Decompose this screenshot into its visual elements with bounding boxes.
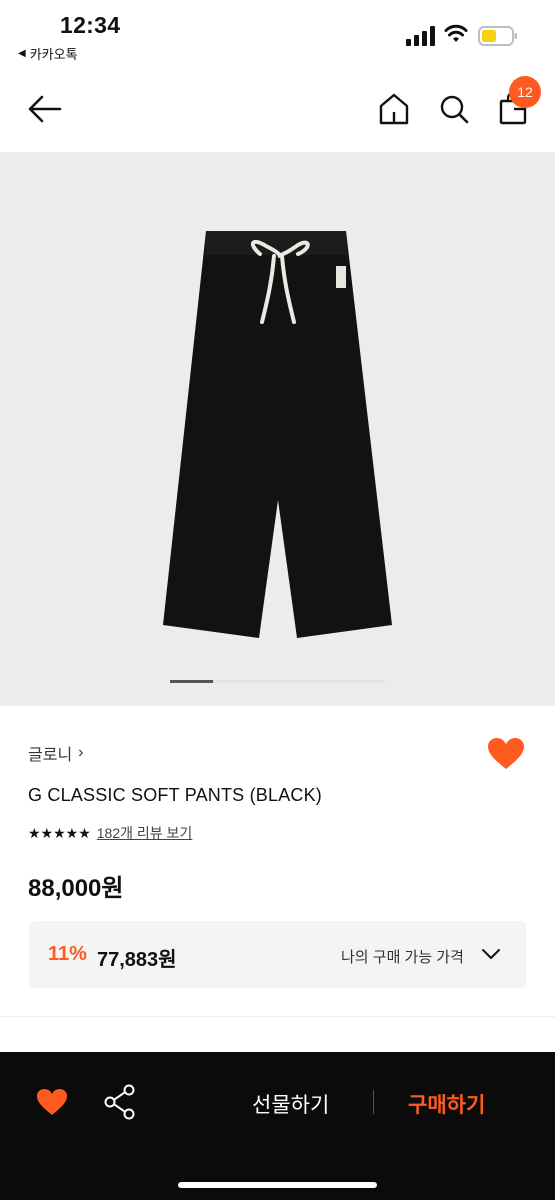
product-image xyxy=(163,231,392,638)
back-arrow-icon[interactable] xyxy=(26,92,64,126)
back-triangle-icon: ◀ xyxy=(18,48,26,59)
product-title: G CLASSIC SOFT PANTS (BLACK) xyxy=(28,785,322,805)
chevron-down-icon xyxy=(482,949,500,959)
discounted-price: 77,883원 xyxy=(97,949,177,971)
button-separator xyxy=(373,1090,374,1114)
buy-button[interactable]: 구매하기 xyxy=(408,1089,485,1119)
cart-count-badge: 12 xyxy=(509,76,541,108)
product-price: 88,000원 xyxy=(28,875,124,902)
brand-link[interactable]: 글로니 › xyxy=(28,741,84,765)
section-divider xyxy=(0,1016,555,1017)
my-price-dropdown[interactable]: 11% 77,883원 나의 구매 가능 가격 xyxy=(29,921,526,988)
gallery-progress-track xyxy=(170,680,385,683)
rating-row: ★★★★★ 182개 리뷰 보기 xyxy=(28,823,192,843)
product-image-gallery[interactable] xyxy=(0,152,555,706)
home-indicator xyxy=(178,1182,377,1188)
discount-percent: 11% xyxy=(48,943,87,965)
chevron-right-icon: › xyxy=(78,744,84,761)
gift-button[interactable]: 선물하기 xyxy=(252,1089,329,1119)
review-link[interactable]: 182개 리뷰 보기 xyxy=(97,823,193,843)
my-price-label: 나의 구매 가능 가격 xyxy=(341,949,464,966)
home-icon[interactable] xyxy=(378,92,410,126)
heart-icon[interactable] xyxy=(36,1088,68,1116)
wishlist-heart-icon[interactable] xyxy=(487,737,525,771)
back-app-label: 카카오톡 xyxy=(29,47,78,62)
brand-name: 글로니 xyxy=(28,747,73,764)
battery-icon xyxy=(478,26,517,46)
status-time: 12:34 xyxy=(60,12,121,38)
search-icon[interactable] xyxy=(438,92,470,126)
share-icon[interactable] xyxy=(104,1084,136,1120)
back-to-app-button[interactable]: ◀ 카카오톡 xyxy=(18,44,78,63)
bottom-action-bar: 선물하기 구매하기 xyxy=(0,1052,555,1200)
star-rating-icon: ★★★★★ xyxy=(28,824,91,841)
top-nav xyxy=(0,70,555,152)
status-bar: 12:34 ◀ 카카오톡 xyxy=(0,0,555,68)
gallery-progress-indicator xyxy=(170,680,213,683)
wifi-icon xyxy=(444,24,468,42)
signal-icon xyxy=(406,26,435,46)
